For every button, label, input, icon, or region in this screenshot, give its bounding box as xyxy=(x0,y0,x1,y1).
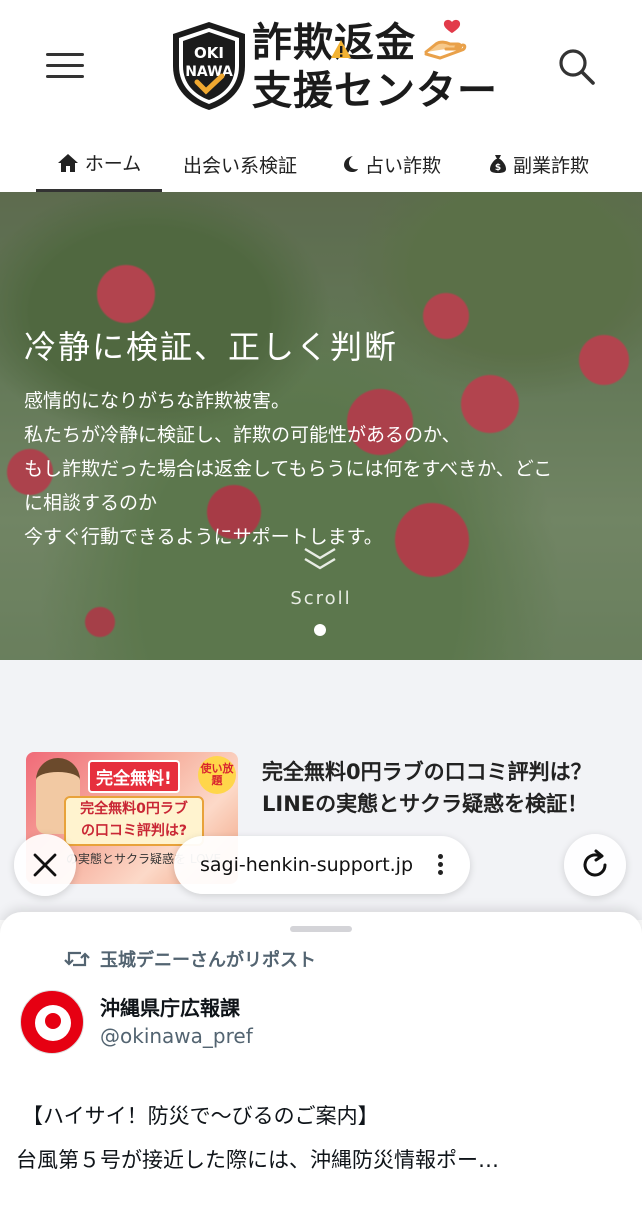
repost-row: 玉城デニーさんがリポスト xyxy=(64,946,316,972)
thumbnail-badge: 完全無料! xyxy=(88,760,180,793)
svg-text:$: $ xyxy=(495,163,501,173)
hand-heart-icon xyxy=(424,19,467,60)
money-bag-icon: $ xyxy=(489,155,506,173)
hero-line: 私たちが冷静に検証し、詐欺の可能性があるのか、 xyxy=(24,424,461,446)
reload-icon xyxy=(583,849,607,877)
hero-title: 冷静に検証、正しく判断 xyxy=(24,328,399,366)
menu-bar xyxy=(46,53,84,56)
avatar[interactable] xyxy=(20,990,84,1054)
hero-slider: 冷静に検証、正しく判断 感情的になりがちな詐欺被害。 私たちが冷静に検証し、詐欺… xyxy=(0,192,642,660)
hero-content: 冷静に検証、正しく判断 感情的になりがちな詐欺被害。 私たちが冷静に検証し、詐欺… xyxy=(0,192,642,660)
tab-fukugyo[interactable]: $ 副業詐欺 xyxy=(476,136,602,192)
moon-icon xyxy=(343,156,358,172)
tab-deai[interactable]: 出会い系検証 xyxy=(170,136,310,192)
hero-line: に相談するのか xyxy=(24,492,158,514)
tab-home-label: ホーム xyxy=(84,153,142,175)
post-text-line: 台風第５号が接近した際には、沖縄防災情報ポー… xyxy=(16,1148,499,1172)
repost-label: 玉城デニーさんがリポスト xyxy=(100,950,316,971)
sheet-drag-handle[interactable] xyxy=(290,926,352,932)
thumbnail-caption-line: 完全無料0円ラブ xyxy=(80,801,188,817)
close-button[interactable] xyxy=(14,834,76,896)
repost-icon xyxy=(64,951,90,967)
thumbnail-caption-line: の口コミ評判は? xyxy=(80,823,188,839)
post-preview-sheet[interactable]: 玉城デニーさんがリポスト 沖縄県庁広報課 @okinawa_pref 【ハイサイ… xyxy=(0,912,642,1212)
logo-line-2: 支援センター xyxy=(252,68,498,114)
site-logo[interactable]: OKI NAWA 詐欺返金 支援センター xyxy=(170,18,497,116)
tab-uranai-label: 占い詐欺 xyxy=(364,154,441,177)
chevron-down-icon[interactable] xyxy=(302,546,338,572)
close-icon xyxy=(33,853,57,877)
menu-bar xyxy=(46,64,84,67)
article-title[interactable]: 完全無料0円ラブの口コミ評判は？LINEの実態とサクラ疑惑を検証！ xyxy=(262,756,622,820)
tab-uranai[interactable]: 占い詐欺 xyxy=(330,136,454,192)
menu-bar xyxy=(46,75,84,78)
site-header: OKI NAWA 詐欺返金 支援センター xyxy=(0,0,642,130)
warning-icon xyxy=(331,40,351,58)
url-bar[interactable]: sagi-henkin-support.jp xyxy=(174,836,470,894)
tab-home[interactable]: ホーム xyxy=(36,136,162,192)
scroll-label[interactable]: Scroll xyxy=(0,588,642,609)
hero-description: 感情的になりがちな詐欺被害。 私たちが冷静に検証し、詐欺の可能性があるのか、 も… xyxy=(24,384,624,554)
reload-button[interactable] xyxy=(564,834,626,896)
logo-badge-bottom: NAWA xyxy=(185,64,233,80)
slider-dot[interactable] xyxy=(314,624,326,636)
thumbnail-caption: 完全無料0円ラブ の口コミ評判は? xyxy=(64,796,204,846)
post-text-line: 【ハイサイ！防災で〜びるのご案内】 xyxy=(22,1104,379,1128)
hero-line: もし詐欺だった場合は返金してもらうには何をすべきか、どこ xyxy=(24,458,553,480)
thumbnail-badge-free: 使い放題 xyxy=(198,756,236,794)
shield-logo-icon: OKI NAWA xyxy=(173,22,245,110)
home-icon xyxy=(57,153,78,172)
hero-line: 感情的になりがちな詐欺被害。 xyxy=(24,390,291,412)
search-icon[interactable] xyxy=(556,46,596,86)
category-nav: ホーム 出会い系検証 占い詐欺 $ 副業詐欺 xyxy=(0,136,642,192)
avatar-logo-core xyxy=(45,1013,61,1029)
logo-badge-top: OKI xyxy=(194,44,224,62)
account-handle[interactable]: @okinawa_pref xyxy=(100,1024,253,1048)
more-vertical-icon[interactable] xyxy=(438,854,444,876)
tab-fukugyo-label: 副業詐欺 xyxy=(512,154,589,177)
avatar-logo xyxy=(35,1005,71,1041)
tab-deai-label: 出会い系検証 xyxy=(182,154,297,177)
hamburger-menu-icon[interactable] xyxy=(46,50,84,80)
account-name[interactable]: 沖縄県庁広報課 xyxy=(100,992,240,1021)
url-text[interactable]: sagi-henkin-support.jp xyxy=(200,854,413,876)
